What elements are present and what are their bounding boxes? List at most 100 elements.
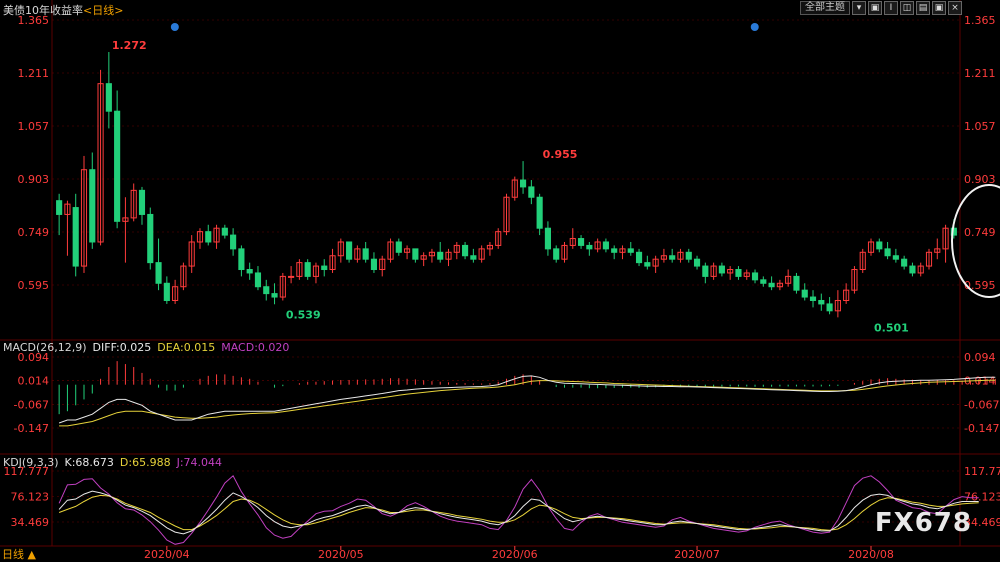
- chart-header: 美债10年收益率<日线>: [3, 2, 123, 18]
- kdj-j-line: [58, 475, 979, 545]
- macd-legend: MACD(26,12,9) DIFF:0.025 DEA:0.015 MACD:0.0…: [3, 341, 295, 354]
- toolbar-btn-4[interactable]: ▤: [916, 1, 930, 15]
- candle-body: [702, 265, 709, 277]
- macd-name: MACD(26,12,9): [3, 341, 87, 354]
- candle-body: [602, 241, 609, 250]
- candle-body: [876, 241, 883, 250]
- candle-body: [412, 248, 419, 260]
- price-tick-right: 1.365: [964, 14, 996, 27]
- candle-body: [693, 258, 701, 267]
- kdj-d-value: D:65.988: [119, 456, 171, 469]
- candle-body: [147, 213, 154, 264]
- candle-body: [536, 196, 543, 229]
- kdj-k-value: K:68.673: [64, 456, 114, 469]
- candle-body: [155, 262, 162, 284]
- candle-body: [114, 110, 121, 222]
- candle-body: [346, 241, 353, 260]
- event-marker-dot: [750, 23, 759, 31]
- candle-body: [611, 248, 618, 253]
- theme-select[interactable]: 全部主题: [800, 1, 850, 15]
- candle-body: [801, 289, 808, 298]
- candle-body: [254, 272, 262, 288]
- x-tick-label: 2020/07: [674, 548, 720, 561]
- candle-body: [72, 207, 79, 267]
- chart-toolbar: 全部主题 ▾ ▣ I ◫ ▤ ▣ ×: [800, 1, 962, 15]
- candle-body: [370, 258, 378, 271]
- candle-body: [901, 258, 908, 267]
- candle-body: [520, 179, 527, 188]
- macd-macd-value: MACD:0.020: [221, 341, 290, 354]
- candle-body: [462, 244, 469, 257]
- candle-body: [138, 189, 146, 215]
- price-tick-right: 0.595: [964, 279, 996, 292]
- x-tick-label: 2020/08: [848, 548, 894, 561]
- candle-body: [205, 231, 212, 243]
- kdj-tick-right: 117.777: [964, 465, 1000, 478]
- period-toggle[interactable]: 日线 ▲: [2, 546, 36, 562]
- candle-body: [760, 279, 767, 284]
- macd-tick-right: -0.067: [964, 398, 999, 411]
- candle-body: [470, 255, 477, 260]
- candle-body: [56, 200, 63, 215]
- x-tick-label: 2020/05: [318, 548, 364, 561]
- macd-tick-right: 0.094: [964, 351, 996, 364]
- kdj-tick-left: 34.469: [11, 516, 50, 529]
- candle-body: [577, 238, 585, 246]
- candle-body: [263, 286, 270, 295]
- toolbar-btn-1[interactable]: ▣: [868, 1, 882, 15]
- chart-canvas: 1.365 1.3651.211 1.2111.057 1.0570.903 0.903…: [0, 0, 1000, 561]
- candle-body: [635, 251, 643, 264]
- candle-body: [89, 169, 96, 243]
- macd-tick-left: -0.147: [14, 422, 49, 435]
- toolbar-btn-3[interactable]: ◫: [900, 1, 914, 15]
- dropdown-arrow-icon[interactable]: ▾: [852, 1, 866, 15]
- candle-body: [238, 248, 245, 271]
- candle-body: [793, 275, 800, 291]
- chart-title: 美债10年收益率: [3, 4, 83, 17]
- candle-body: [304, 262, 311, 277]
- toolbar-btn-5[interactable]: ▣: [932, 1, 946, 15]
- candle-body: [221, 227, 228, 236]
- candle-body: [544, 227, 551, 250]
- macd-tick-left: 0.014: [18, 375, 50, 388]
- candle-body: [395, 241, 402, 253]
- event-marker-dot: [170, 23, 179, 31]
- candle-body: [553, 248, 560, 260]
- candle-body: [288, 275, 295, 278]
- candle-body: [751, 272, 759, 281]
- price-tick-left: 0.903: [18, 173, 50, 186]
- price-tick-right: 1.057: [964, 120, 996, 133]
- kdj-j-value: J:74.044: [176, 456, 223, 469]
- price-annotation: 0.501: [874, 321, 909, 334]
- candle-body: [735, 269, 742, 277]
- candle-body: [768, 282, 775, 288]
- macd-tick-left: -0.067: [14, 398, 49, 411]
- price-tick-left: 0.595: [18, 279, 50, 292]
- macd-dea-value: DEA:0.015: [157, 341, 216, 354]
- price-tick-right: 0.903: [964, 173, 996, 186]
- price-tick-left: 0.749: [18, 226, 50, 239]
- close-icon[interactable]: ×: [948, 1, 962, 15]
- kdj-legend: KDJ(9,3,3) K:68.673 D:65.988 J:74.044: [3, 456, 228, 469]
- watermark-logo: FX678: [874, 508, 972, 538]
- price-annotation: 0.955: [543, 148, 578, 161]
- candle-body: [163, 282, 170, 301]
- candle-body: [892, 255, 899, 260]
- toolbar-btn-2[interactable]: I: [884, 1, 898, 15]
- candle-body: [718, 265, 725, 274]
- candle-body: [627, 248, 634, 253]
- macd-diff-value: DIFF:0.025: [92, 341, 152, 354]
- price-annotation: 1.272: [112, 39, 147, 52]
- candle-body: [909, 265, 916, 274]
- price-annotation: 0.539: [286, 308, 321, 321]
- candle-body: [105, 83, 112, 112]
- candle-body: [826, 303, 833, 312]
- candle-body: [685, 251, 692, 260]
- candle-body: [321, 265, 328, 271]
- candle-body: [528, 186, 535, 198]
- candle-body: [230, 234, 237, 250]
- timeframe-label[interactable]: <日线>: [83, 4, 123, 17]
- candle-body: [669, 255, 676, 260]
- x-tick-label: 2020/04: [144, 548, 190, 561]
- price-tick-left: 1.057: [18, 120, 50, 133]
